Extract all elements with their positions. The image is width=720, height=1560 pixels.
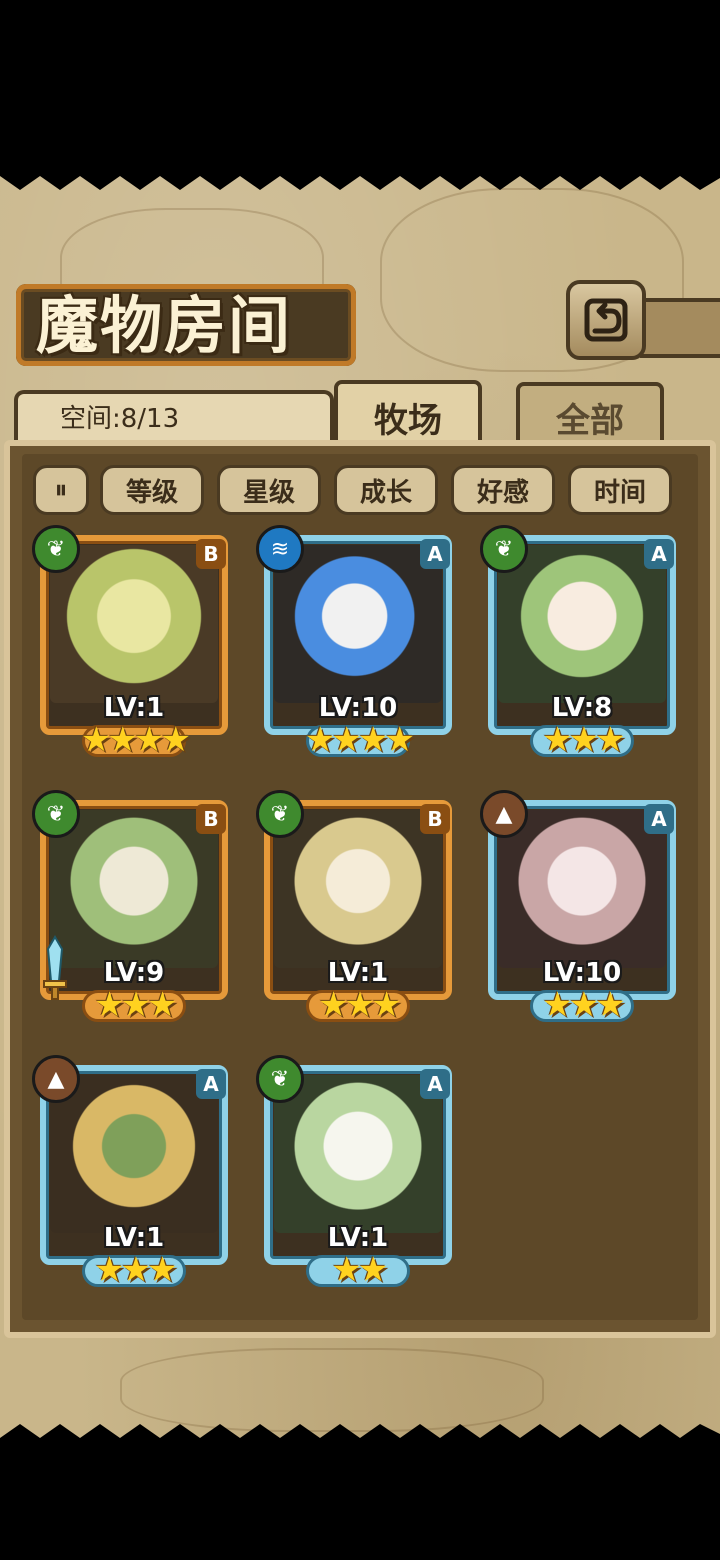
leaf-element-icon: ❦ xyxy=(32,525,80,573)
monster-portrait xyxy=(274,545,442,703)
monster-level: LV:1 xyxy=(327,958,389,988)
leaf-element-icon: ❦ xyxy=(256,790,304,838)
monster-card[interactable]: ▲ A LV:1 ★★★ xyxy=(32,1055,234,1290)
leaf-element-icon: ❦ xyxy=(32,790,80,838)
rank-badge: A xyxy=(196,1069,226,1099)
filter-time-button[interactable]: 时间 xyxy=(568,465,672,515)
star-rating: ★★★★ xyxy=(305,720,415,760)
page-title: 魔物房间 xyxy=(36,289,293,362)
monster-card[interactable]: ▲ A LV:10 ★★★ xyxy=(480,790,682,1025)
monster-level: LV:1 xyxy=(103,1223,165,1253)
filter-affection-button[interactable]: 好感 xyxy=(451,465,555,515)
sort-toggle-button[interactable]: ⏸ xyxy=(33,465,89,515)
star-rating: ★★ xyxy=(331,1250,389,1290)
back-button-rail xyxy=(640,298,720,358)
sort-toggle-icon: ⏸ xyxy=(54,474,68,505)
star-rating: ★★★★ xyxy=(81,720,191,760)
monster-portrait xyxy=(498,545,666,703)
monster-level: LV:1 xyxy=(103,693,165,723)
monster-card[interactable]: ❦ B LV:1 ★★★★ xyxy=(32,525,234,760)
monster-portrait xyxy=(274,810,442,968)
monster-portrait xyxy=(50,545,218,703)
filter-level-button[interactable]: 等级 xyxy=(100,465,204,515)
star-rating: ★★★ xyxy=(94,1250,177,1290)
filter-star-button[interactable]: 星级 xyxy=(217,465,321,515)
star-rating: ★★★ xyxy=(318,985,401,1025)
monster-card[interactable]: ❦ B LV:1 ★★★ xyxy=(256,790,458,1025)
rank-badge: A xyxy=(420,1069,450,1099)
rank-badge: A xyxy=(644,539,674,569)
monster-portrait xyxy=(274,1075,442,1233)
star-rating: ★★★ xyxy=(542,985,625,1025)
rank-badge: B xyxy=(196,804,226,834)
bottom-torn-edge xyxy=(0,1424,720,1446)
water-element-icon: ≋ xyxy=(256,525,304,573)
rank-badge: B xyxy=(196,539,226,569)
earth-element-icon: ▲ xyxy=(32,1055,80,1103)
monster-level: LV:1 xyxy=(327,1223,389,1253)
leaf-element-icon: ❦ xyxy=(256,1055,304,1103)
filter-growth-button[interactable]: 成长 xyxy=(334,465,438,515)
star-rating: ★★★ xyxy=(542,720,625,760)
back-button[interactable] xyxy=(566,280,646,360)
rank-badge: A xyxy=(420,539,450,569)
sword-icon xyxy=(43,935,67,1000)
rank-badge: B xyxy=(420,804,450,834)
monster-card[interactable]: ≋ A LV:10 ★★★★ xyxy=(256,525,458,760)
rank-badge: A xyxy=(644,804,674,834)
top-torn-edge xyxy=(0,168,720,190)
monster-card[interactable]: ❦ A LV:1 ★★ xyxy=(256,1055,458,1290)
earth-element-icon: ▲ xyxy=(480,790,528,838)
monster-level: LV:8 xyxy=(551,693,613,723)
back-arrow-icon xyxy=(584,298,628,342)
monster-level: LV:10 xyxy=(318,693,398,723)
monster-portrait xyxy=(50,810,218,968)
monster-portrait xyxy=(50,1075,218,1233)
space-counter: 空间:8/13 xyxy=(60,404,180,434)
monster-level: LV:10 xyxy=(542,958,622,988)
leaf-element-icon: ❦ xyxy=(480,525,528,573)
monster-portrait xyxy=(498,810,666,968)
monster-card[interactable]: ❦ A LV:8 ★★★ xyxy=(480,525,682,760)
